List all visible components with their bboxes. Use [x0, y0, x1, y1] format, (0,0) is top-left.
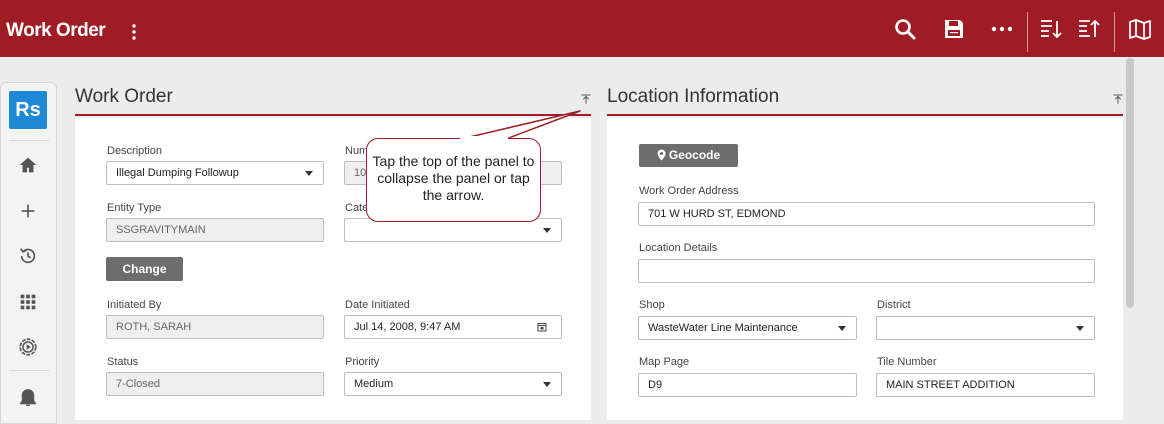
- change-button[interactable]: Change: [106, 257, 183, 281]
- category-label: Cate: [345, 202, 369, 214]
- work-order-panel: Work Order Description Illegal Dumping F…: [75, 60, 591, 420]
- location-details-input[interactable]: [638, 259, 1095, 283]
- panel-divider: [607, 114, 1123, 116]
- save-icon[interactable]: [942, 17, 966, 41]
- priority-value: Medium: [354, 378, 394, 390]
- collapse-arrow-icon[interactable]: [1113, 94, 1123, 104]
- address-label: Work Order Address: [639, 185, 739, 197]
- geocode-button[interactable]: Geocode: [639, 144, 738, 167]
- number-value: 10: [354, 167, 367, 179]
- app-header: Work Order: [0, 0, 1164, 57]
- initiated-by-field[interactable]: ROTH, SARAH: [106, 315, 324, 339]
- entity-type-label: Entity Type: [107, 202, 162, 214]
- sidebar: Rs: [0, 82, 57, 424]
- chevron-down-icon: [543, 228, 551, 233]
- sort-descending-icon[interactable]: [1039, 17, 1063, 41]
- tile-number-input[interactable]: MAIN STREET ADDITION: [876, 373, 1095, 397]
- toolbar-separator: [1027, 12, 1028, 52]
- chevron-down-icon: [543, 382, 551, 387]
- geocode-label: Geocode: [668, 148, 721, 162]
- search-icon[interactable]: [893, 17, 917, 41]
- location-pin-icon: [657, 149, 666, 161]
- panel-title: Work Order: [75, 86, 173, 107]
- shop-select[interactable]: WasteWater Line Maintenance: [638, 316, 857, 340]
- tile-number-label: Tile Number: [877, 356, 937, 368]
- district-label: District: [877, 299, 911, 311]
- status-label: Status: [107, 356, 139, 368]
- add-icon[interactable]: [17, 200, 39, 222]
- chevron-down-icon: [1076, 326, 1084, 331]
- shop-value: WasteWater Line Maintenance: [648, 322, 798, 334]
- description-value: Illegal Dumping Followup: [116, 167, 239, 179]
- location-details-label: Location Details: [639, 242, 718, 254]
- sidebar-divider: [9, 140, 49, 141]
- status-value: 7-Closed: [116, 378, 161, 390]
- callout-text: Tap the top of the panel to collapse the…: [372, 153, 535, 203]
- chevron-down-icon: [838, 326, 846, 331]
- entity-type-field[interactable]: SSGRAVITYMAIN: [106, 218, 324, 242]
- history-icon[interactable]: [17, 245, 39, 267]
- sort-ascending-icon[interactable]: [1077, 17, 1101, 41]
- status-field[interactable]: 7-Closed: [106, 372, 324, 396]
- date-initiated-label: Date Initiated: [345, 299, 410, 311]
- address-input[interactable]: 701 W HURD ST, EDMOND: [638, 202, 1095, 226]
- map-page-label: Map Page: [639, 356, 690, 368]
- location-panel: Location Information Geocode Work Order …: [607, 60, 1123, 420]
- description-label: Description: [107, 145, 163, 157]
- callout-joint: [460, 136, 508, 141]
- address-value: 701 W HURD ST, EDMOND: [648, 208, 786, 220]
- initiated-by-value: ROTH, SARAH: [116, 321, 192, 333]
- tile-number-value: MAIN STREET ADDITION: [886, 379, 1015, 391]
- tooltip-callout: Tap the top of the panel to collapse the…: [366, 138, 541, 222]
- more-icon[interactable]: [990, 17, 1014, 41]
- bell-icon[interactable]: [17, 387, 39, 409]
- app-title: Work Order: [6, 20, 106, 41]
- panel-title: Location Information: [607, 86, 780, 107]
- description-select[interactable]: Illegal Dumping Followup: [106, 161, 324, 185]
- number-label: Num: [345, 145, 369, 157]
- app-logo: Rs: [9, 91, 47, 129]
- shop-label: Shop: [639, 299, 665, 311]
- apps-grid-icon[interactable]: [17, 291, 39, 313]
- collapse-arrow-icon[interactable]: [581, 94, 591, 104]
- settings-icon[interactable]: [17, 336, 39, 358]
- date-initiated-value: Jul 14, 2008, 9:47 AM: [354, 321, 461, 333]
- chevron-down-icon: [305, 171, 313, 176]
- map-icon[interactable]: [1128, 17, 1152, 41]
- priority-label: Priority: [345, 356, 380, 368]
- map-page-value: D9: [648, 379, 663, 391]
- map-page-input[interactable]: D9: [638, 373, 857, 397]
- date-initiated-field[interactable]: Jul 14, 2008, 9:47 AM: [344, 315, 562, 339]
- calendar-icon[interactable]: [537, 322, 547, 332]
- toolbar-separator: [1114, 12, 1115, 52]
- priority-select[interactable]: Medium: [344, 372, 562, 396]
- work-order-panel-header[interactable]: Work Order: [75, 60, 591, 118]
- location-panel-header[interactable]: Location Information: [607, 60, 1123, 118]
- district-select[interactable]: [876, 316, 1095, 340]
- kebab-menu-icon[interactable]: [131, 24, 137, 40]
- home-icon[interactable]: [17, 154, 39, 176]
- entity-type-value: SSGRAVITYMAIN: [116, 224, 206, 236]
- sidebar-divider: [9, 370, 49, 371]
- page-scrollbar[interactable]: [1126, 58, 1134, 308]
- panel-divider: [75, 114, 591, 116]
- initiated-by-label: Initiated By: [107, 299, 162, 311]
